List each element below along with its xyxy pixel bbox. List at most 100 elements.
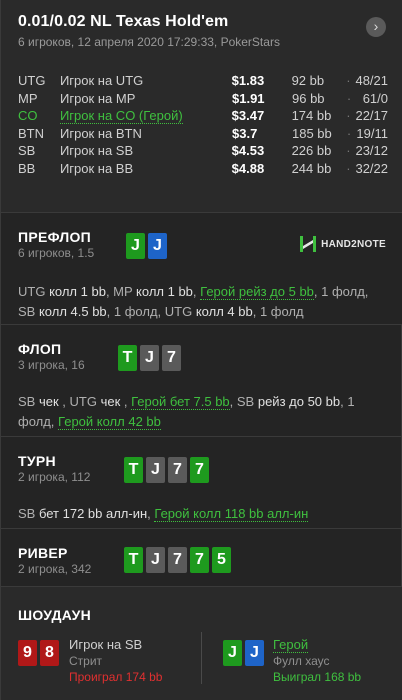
villain-hole-cards: 98 (18, 640, 62, 666)
villain-name: Игрок на SB (69, 637, 143, 652)
action-token: , (120, 394, 132, 409)
action-token: , (58, 394, 70, 409)
card: 7 (168, 547, 187, 573)
player-stack-bb: 174 bb (291, 108, 332, 123)
action-token: UTG (69, 394, 97, 409)
card: 9 (18, 640, 37, 666)
card: T (118, 345, 137, 371)
player-stack-bb: 244 bb (291, 160, 332, 176)
player-name: Игрок на SB (59, 143, 134, 158)
player-row[interactable]: CO Игрок на CO (Герой) $3.47 174 bb · 22/17 (18, 107, 388, 125)
hero-name-link[interactable]: Герой (273, 637, 361, 653)
hero-action[interactable]: Герой рейз до 5 bb (200, 284, 314, 300)
hero-result: Выиграл 168 bb (273, 670, 362, 684)
action-token: UTG (164, 304, 193, 319)
player-stats: 61/0 (362, 90, 388, 106)
card: 7 (168, 457, 187, 483)
action-token: SB (18, 506, 36, 521)
player-name: Игрок на UTG (59, 73, 144, 88)
card: J (223, 640, 242, 666)
player-name: Игрок на BTN (60, 125, 142, 141)
action-token: MP (113, 284, 133, 299)
player-position: MP (18, 90, 38, 106)
hero-hand-rank: Фулл хаус (273, 654, 330, 668)
player-position: CO (18, 108, 38, 123)
card: J (148, 233, 167, 259)
turn-section: ТУРН 2 игрока, 112 TJ77 SB бет 172 bb ал… (1, 436, 402, 528)
card: 7 (190, 547, 209, 573)
card: J (245, 640, 264, 666)
card: 7 (162, 345, 181, 371)
player-stack: $3.7 (232, 125, 258, 141)
preflop-section: ПРЕФЛОП 6 игроков, 1.5 JJ HAND2NOTE UTG … (1, 212, 402, 324)
player-stats: 48/21 (355, 73, 389, 88)
player-row[interactable]: MP Игрок на MP $1.91 96 bb · 61/0 (18, 90, 388, 108)
action-token: колл 1 bb (45, 284, 106, 299)
separator-dot: · (346, 108, 351, 123)
hero-hole-cards: JJ (126, 233, 170, 259)
player-row[interactable]: BB Игрок на BB $4.88 244 bb · 32/22 (18, 160, 388, 178)
player-row[interactable]: SB Игрок на SB $4.53 226 bb · 23/12 (18, 142, 388, 160)
player-stack-bb: 226 bb (291, 143, 332, 158)
player-stack-bb: 185 bb (292, 125, 332, 141)
card: J (146, 547, 165, 573)
player-stack-bb: 92 bb (291, 73, 325, 88)
card: J (140, 345, 159, 371)
hand-history-panel: 0.01/0.02 NL Texas Hold'em 6 игроков, 12… (0, 0, 402, 700)
action-token: чек (35, 394, 59, 409)
player-name: Игрок на CO (Герой) (59, 108, 183, 124)
hand2note-logo-icon (299, 235, 317, 253)
player-stack: $3.47 (231, 108, 265, 123)
hero-showdown-cards: JJ (223, 640, 267, 666)
hero-action[interactable]: Герой бет 7.5 bb (131, 394, 230, 410)
turn-actions: SB бет 172 bb алл-ин, Герой колл 118 bb … (18, 504, 386, 524)
player-name: Игрок на BB (59, 160, 134, 176)
action-token: , 1 фолд, (106, 304, 165, 319)
villain-showdown-info: Игрок на SB Стрит Проиграл 174 bb (69, 637, 162, 684)
player-row[interactable]: UTG Игрок на UTG $1.83 92 bb · 48/21 (18, 72, 388, 90)
flop-subtitle: 3 игрока, 16 (18, 358, 85, 372)
player-stats: 22/17 (355, 108, 389, 123)
river-section: РИВЕР 2 игрока, 342 TJ775 (1, 528, 402, 586)
card: 5 (212, 547, 231, 573)
action-token: бет 172 bb алл-ин (35, 506, 148, 521)
player-stack: $4.53 (231, 143, 265, 158)
player-stack: $1.91 (232, 90, 265, 106)
players-table: UTG Игрок на UTG $1.83 92 bb · 48/21 MP Игрок н… (18, 72, 388, 177)
player-position: BB (18, 160, 36, 176)
card: T (124, 547, 143, 573)
hero-action[interactable]: Герой колл 42 bb (58, 414, 161, 430)
separator-dot: · (346, 160, 351, 176)
action-token: колл 4 bb (192, 304, 253, 319)
separator-dot: · (346, 90, 352, 106)
action-token: , 1 фолд, (313, 284, 369, 299)
card: T (124, 457, 143, 483)
villain-hand-rank: Стрит (69, 654, 103, 668)
player-stack: $4.88 (231, 160, 265, 176)
player-stack: $1.83 (231, 73, 265, 88)
card: 8 (40, 640, 59, 666)
showdown-title: ШОУДАУН (18, 607, 92, 623)
player-name: Игрок на MP (60, 90, 136, 106)
action-token: , (229, 394, 237, 409)
separator-dot: · (346, 143, 351, 158)
card: 7 (190, 457, 209, 483)
player-stats: 32/22 (355, 160, 389, 176)
flop-title: ФЛОП (18, 341, 62, 357)
hand-subtitle: 6 игроков, 12 апреля 2020 17:29:33, Poke… (18, 35, 280, 49)
hand2note-logo-text: HAND2NOTE (321, 238, 386, 250)
turn-board-cards: TJ77 (124, 457, 212, 483)
action-token: колл 1 bb (132, 284, 193, 299)
action-token: колл 4.5 bb (35, 304, 107, 319)
action-token: UTG (18, 284, 46, 299)
hero-action[interactable]: Герой колл 118 bb алл-ин (154, 506, 309, 522)
player-position: BTN (18, 125, 44, 141)
next-arrow-icon[interactable]: › (366, 17, 386, 37)
card: J (146, 457, 165, 483)
villain-result: Проиграл 174 bb (69, 670, 163, 684)
player-row[interactable]: BTN Игрок на BTN $3.7 185 bb · 19/11 (18, 125, 388, 143)
separator-dot: · (346, 125, 352, 141)
action-token: , 1 фолд (252, 304, 304, 319)
action-token: SB (18, 394, 36, 409)
hand-header: 0.01/0.02 NL Texas Hold'em 6 игроков, 12… (1, 0, 402, 212)
